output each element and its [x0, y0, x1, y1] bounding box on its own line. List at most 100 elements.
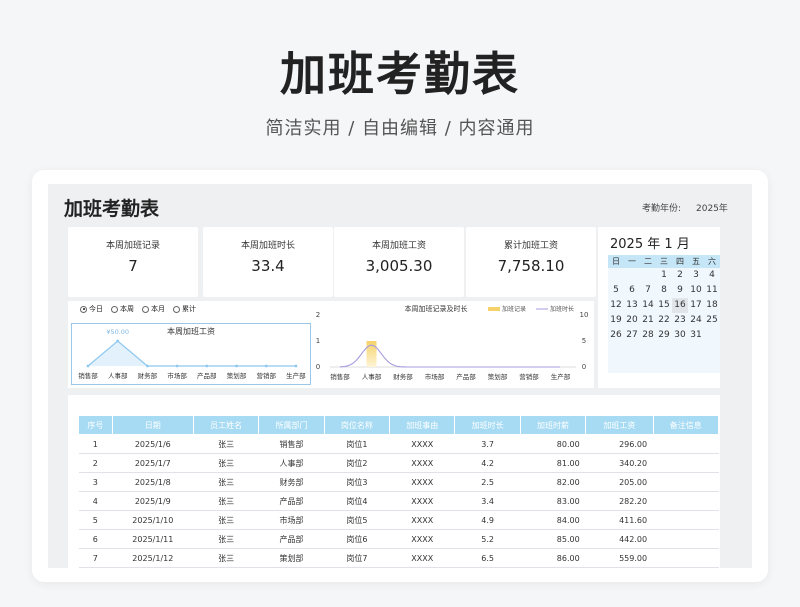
table-cell[interactable]: 2 — [78, 453, 113, 473]
table-cell[interactable]: 296.00 — [585, 434, 654, 454]
calendar-day[interactable]: 3 — [688, 268, 704, 283]
table-cell[interactable]: 4.9 — [454, 510, 521, 530]
table-cell[interactable]: 张三 — [193, 510, 259, 530]
table-cell[interactable]: XXXX — [389, 491, 455, 511]
table-cell[interactable]: 岗位3 — [324, 472, 390, 492]
table-cell[interactable]: 80.00 — [520, 434, 586, 454]
calendar-day[interactable]: 12 — [608, 298, 624, 313]
calendar-day[interactable]: 8 — [656, 283, 672, 298]
table-cell[interactable]: 2.5 — [454, 472, 521, 492]
calendar-day[interactable]: 13 — [624, 298, 640, 313]
table-cell[interactable]: 岗位6 — [324, 529, 390, 549]
calendar-day[interactable]: 21 — [640, 313, 656, 328]
table-cell[interactable]: 83.00 — [520, 491, 586, 511]
column-header[interactable]: 岗位名称 — [323, 415, 391, 435]
calendar-day[interactable]: 27 — [624, 328, 640, 343]
table-cell[interactable]: 2025/1/9 — [112, 491, 194, 511]
table-row[interactable]: 1 2025/1/6 张三 销售部 岗位1 XXXX 3.7 80.00 296.00 — [78, 434, 719, 454]
table-cell[interactable]: 3 — [78, 472, 113, 492]
table-cell[interactable]: 市场部 — [258, 510, 325, 530]
table-cell[interactable]: 559.00 — [585, 548, 654, 568]
calendar-day[interactable]: 31 — [688, 328, 704, 343]
column-header[interactable]: 序号 — [78, 415, 113, 435]
table-cell[interactable]: 岗位5 — [324, 510, 390, 530]
table-cell[interactable]: 策划部 — [258, 548, 325, 568]
table-cell[interactable]: 张三 — [193, 529, 259, 549]
table-row[interactable]: 3 2025/1/8 张三 财务部 岗位3 XXXX 2.5 82.00 205.00 — [78, 472, 719, 492]
table-cell[interactable]: 岗位7 — [324, 548, 390, 568]
table-cell[interactable]: 7 — [78, 548, 113, 568]
calendar-day[interactable]: 1 — [656, 268, 672, 283]
table-cell[interactable]: 销售部 — [258, 434, 325, 454]
calendar-day[interactable]: 15 — [656, 298, 672, 313]
table-cell[interactable] — [653, 472, 719, 492]
table-cell[interactable] — [653, 453, 719, 473]
table-cell[interactable]: 282.20 — [585, 491, 654, 511]
table-cell[interactable]: 张三 — [193, 453, 259, 473]
table-cell[interactable]: 5.2 — [454, 529, 521, 549]
column-header[interactable]: 备注信息 — [652, 415, 720, 435]
table-cell[interactable] — [653, 491, 719, 511]
table-row[interactable]: 7 2025/1/12 张三 策划部 岗位7 XXXX 6.5 86.00 559.00 — [78, 548, 719, 568]
column-header[interactable]: 加班事由 — [389, 415, 456, 435]
calendar-day[interactable]: 26 — [608, 328, 624, 343]
table-cell[interactable]: 张三 — [193, 434, 259, 454]
table-cell[interactable]: 2025/1/11 — [112, 529, 194, 549]
calendar-day[interactable]: 14 — [640, 298, 656, 313]
table-cell[interactable]: 2025/1/8 — [112, 472, 194, 492]
calendar-day[interactable]: 11 — [704, 283, 720, 298]
table-cell[interactable]: XXXX — [389, 510, 455, 530]
calendar-day[interactable]: 16 — [672, 298, 688, 313]
table-cell[interactable] — [653, 434, 719, 454]
column-header[interactable]: 日期 — [111, 415, 194, 435]
column-header[interactable]: 加班时长 — [454, 415, 521, 435]
table-cell[interactable]: 财务部 — [258, 472, 325, 492]
column-header[interactable]: 员工姓名 — [192, 415, 260, 435]
table-cell[interactable]: XXXX — [389, 434, 455, 454]
calendar-day[interactable]: 25 — [704, 313, 720, 328]
table-cell[interactable] — [653, 510, 719, 530]
table-cell[interactable]: 86.00 — [520, 548, 586, 568]
calendar-day[interactable]: 9 — [672, 283, 688, 298]
table-cell[interactable]: 张三 — [193, 548, 259, 568]
table-cell[interactable]: 4.2 — [454, 453, 521, 473]
calendar-day[interactable]: 7 — [640, 283, 656, 298]
calendar-day[interactable]: 30 — [672, 328, 688, 343]
table-cell[interactable]: 2025/1/6 — [112, 434, 194, 454]
table-cell[interactable]: 6.5 — [454, 548, 521, 568]
table-cell[interactable]: 3.7 — [454, 434, 521, 454]
table-cell[interactable] — [653, 548, 719, 568]
table-row[interactable]: 4 2025/1/9 张三 产品部 岗位4 XXXX 3.4 83.00 282.20 — [78, 491, 719, 511]
table-cell[interactable]: 产品部 — [258, 491, 325, 511]
table-cell[interactable]: XXXX — [389, 472, 455, 492]
calendar-day[interactable]: 24 — [688, 313, 704, 328]
table-cell[interactable]: 张三 — [193, 491, 259, 511]
calendar-day[interactable]: 28 — [640, 328, 656, 343]
table-cell[interactable]: 411.60 — [585, 510, 654, 530]
calendar-day[interactable]: 18 — [704, 298, 720, 313]
table-cell[interactable]: 1 — [78, 434, 113, 454]
table-row[interactable]: 2 2025/1/7 张三 人事部 岗位2 XXXX 4.2 81.00 340.20 — [78, 453, 719, 473]
table-cell[interactable]: 2025/1/10 — [112, 510, 194, 530]
calendar-day[interactable]: 2 — [672, 268, 688, 283]
table-cell[interactable]: 4 — [78, 491, 113, 511]
table-cell[interactable]: 205.00 — [585, 472, 654, 492]
calendar-day[interactable]: 10 — [688, 283, 704, 298]
table-cell[interactable]: 5 — [78, 510, 113, 530]
calendar-day[interactable]: 17 — [688, 298, 704, 313]
column-header[interactable]: 所属部门 — [258, 415, 325, 435]
table-cell[interactable]: XXXX — [389, 529, 455, 549]
calendar-day[interactable]: 4 — [704, 268, 720, 283]
table-cell[interactable] — [653, 529, 719, 549]
table-cell[interactable]: 岗位1 — [324, 434, 390, 454]
table-cell[interactable]: 张三 — [193, 472, 259, 492]
calendar-day[interactable]: 20 — [624, 313, 640, 328]
table-row[interactable]: 6 2025/1/11 张三 产品部 岗位6 XXXX 5.2 85.00 442.00 — [78, 529, 719, 549]
table-cell[interactable]: 岗位4 — [324, 491, 390, 511]
table-cell[interactable]: 442.00 — [585, 529, 654, 549]
year-value[interactable]: 2025年 — [696, 201, 728, 214]
table-cell[interactable]: 产品部 — [258, 529, 325, 549]
calendar-day[interactable]: 29 — [656, 328, 672, 343]
table-cell[interactable]: 84.00 — [520, 510, 586, 530]
table-cell[interactable]: 85.00 — [520, 529, 586, 549]
